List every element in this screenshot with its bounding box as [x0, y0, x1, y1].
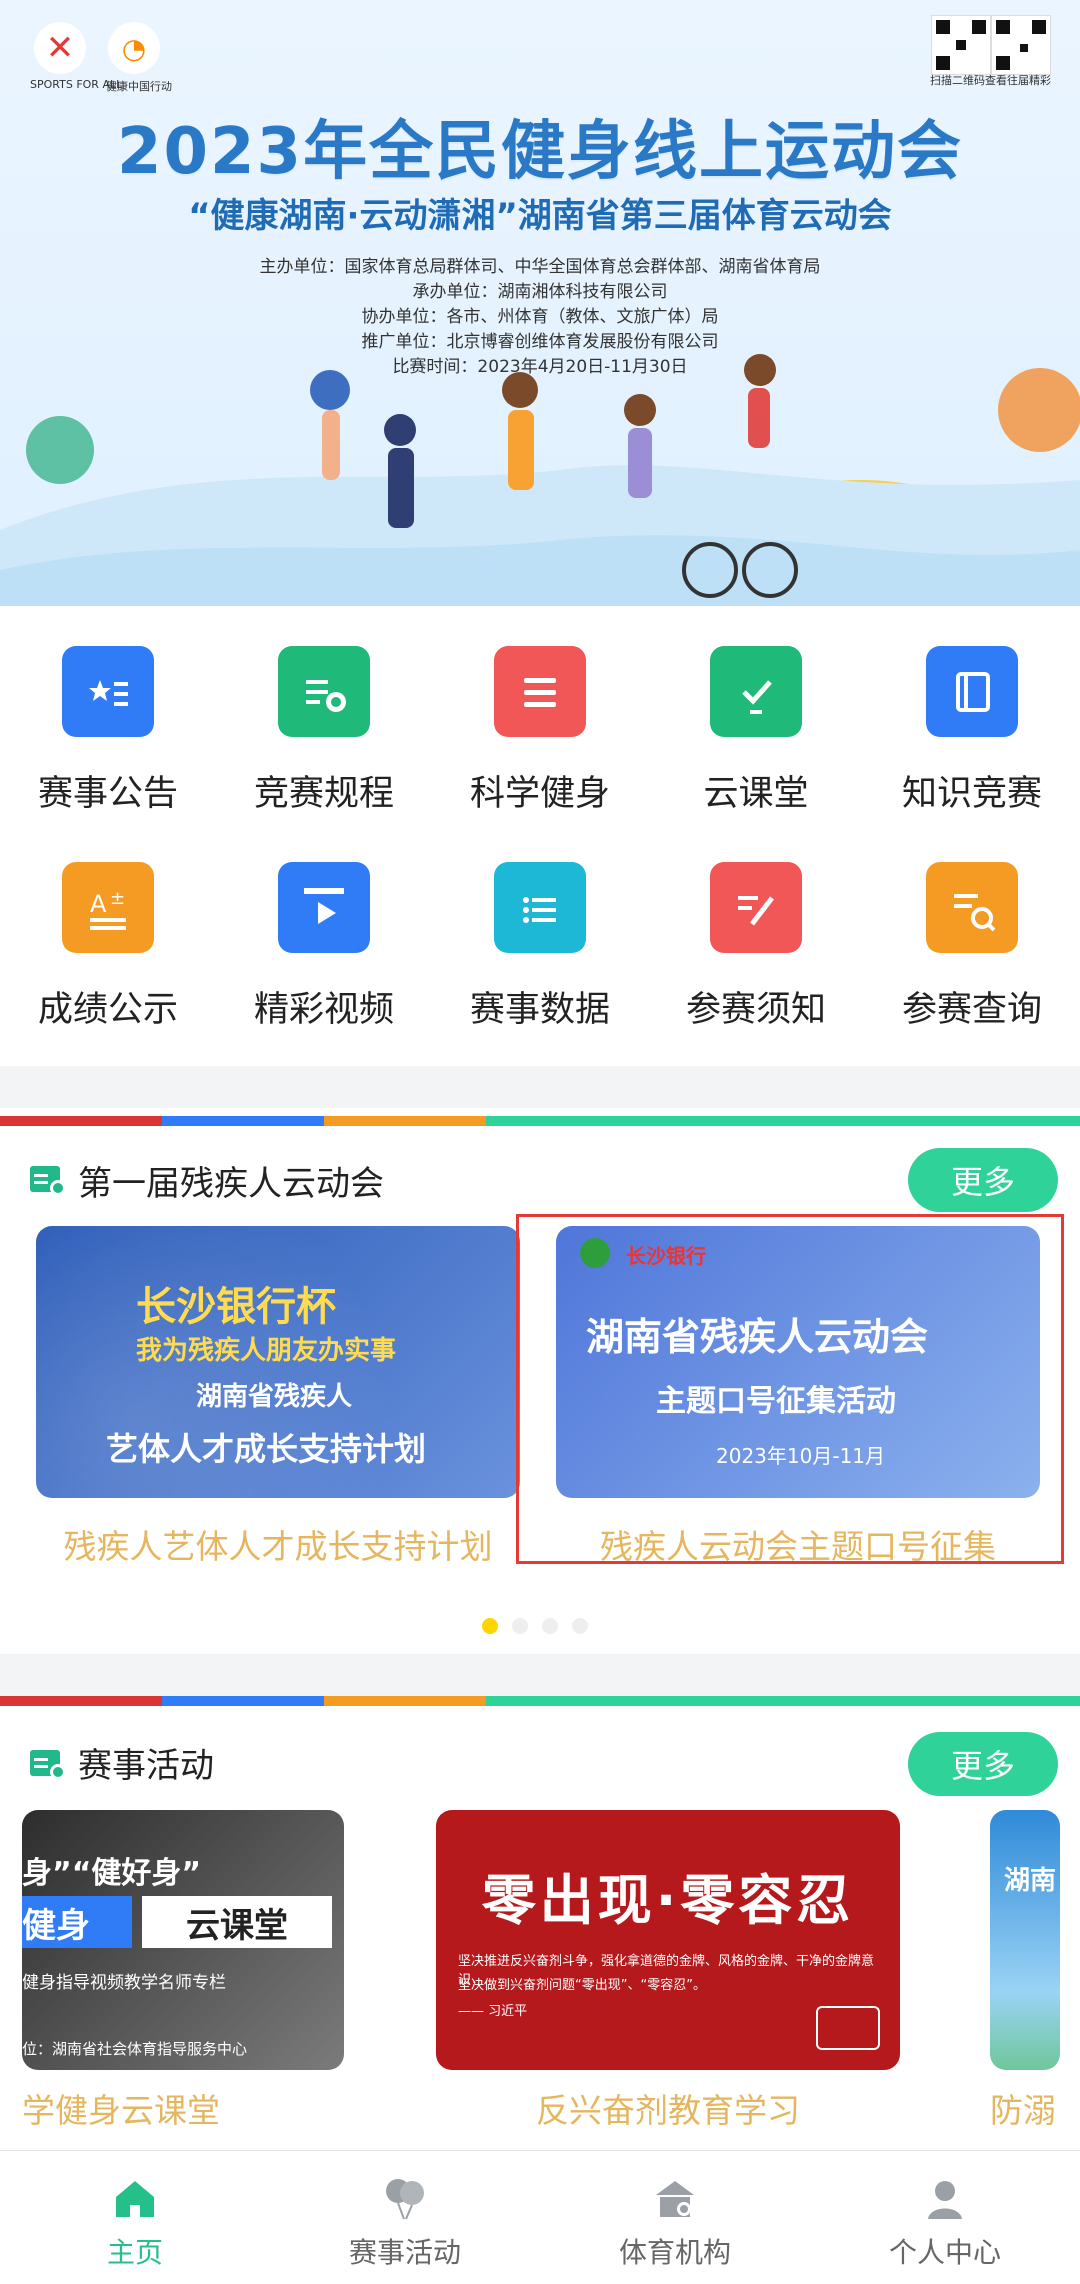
qr-caption: 扫描二维码查看往届精彩 — [930, 74, 1051, 87]
search-document-icon — [926, 862, 1018, 953]
grid-label: 参赛查询 — [901, 990, 1042, 1030]
grid-label: 知识竞赛 — [901, 774, 1042, 814]
sports-for-all-logo: ✕ — [34, 22, 86, 74]
building-icon — [656, 2181, 694, 2217]
carousel-dot[interactable] — [542, 1618, 558, 1634]
grid-item-videos[interactable]: 精彩视频 — [216, 822, 432, 1032]
grid-item-notice[interactable]: 参赛须知 — [648, 822, 864, 1032]
banner-title: 2023年全民健身线上运动会 — [116, 115, 964, 189]
book-star-icon — [62, 646, 154, 737]
organizer-line: 主办单位：国家体育总局群体司、中华全国体育总会群体部、湖南省体育局 — [259, 257, 821, 277]
card-text: 我为残疾人朋友办实事 — [136, 1336, 397, 1366]
carousel-dot-active[interactable] — [482, 1618, 498, 1634]
highlight-box — [516, 1214, 1064, 1564]
card-text: 湖南 — [1004, 1866, 1057, 1896]
card-text: 湖南省残疾人 — [196, 1382, 353, 1412]
folder-document-icon — [278, 646, 370, 737]
feature-grid: 赛事公告 竞赛规程 科学健身 云课堂 知识竞赛 A ± 成绩公示 精彩视频 赛事… — [0, 606, 1080, 1066]
card-text: 健身指导视频教学名师专栏 — [22, 1973, 226, 1993]
logo2-caption: 健康中国行动 — [106, 80, 172, 93]
folder-list-icon — [494, 862, 586, 953]
event-card[interactable]: 身”“健好身” 健身 云课堂 健身指导视频教学名师专栏 位：湖南省社会体育指导服… — [22, 1810, 344, 2070]
section-events: 赛事活动 更多 身”“健好身” 健身 云课堂 健身指导视频教学名师专栏 位：湖南… — [0, 1696, 1080, 2150]
home-icon — [116, 2181, 154, 2217]
carousel-dot[interactable] — [512, 1618, 528, 1634]
grid-label: 参赛须知 — [685, 990, 826, 1030]
card-text: 健身 — [22, 1896, 132, 1948]
video-clapper-icon — [278, 862, 370, 953]
athletes-illustration — [0, 354, 1080, 606]
carousel-dot[interactable] — [572, 1618, 588, 1634]
list-document-icon — [494, 646, 586, 737]
section-title: 第一届残疾人云动会 — [78, 1164, 384, 1204]
book-icon — [926, 646, 1018, 737]
grid-item-rules[interactable]: 竞赛规程 — [216, 606, 432, 816]
grid-label: 赛事公告 — [37, 774, 178, 814]
tab-label: 个人中心 — [888, 2236, 1001, 2269]
grid-item-knowledge-contest[interactable]: 知识竞赛 — [864, 606, 1080, 816]
colorbar-divider — [0, 1696, 1080, 1706]
grid-label: 精彩视频 — [253, 990, 394, 1030]
grid-label: 云课堂 — [703, 774, 809, 814]
grade-icon: A ± — [62, 862, 154, 953]
banner-subtitle: “健康湖南·云动潇湘”湖南省第三届体育云动会 — [188, 196, 892, 236]
grid-item-results[interactable]: A ± 成绩公示 — [0, 822, 216, 1032]
grid-item-query[interactable]: 参赛查询 — [864, 822, 1080, 1032]
emblem-icon — [816, 2006, 880, 2050]
balloons-icon — [386, 2179, 424, 2220]
qr-code-icon — [932, 16, 990, 74]
organizer-line: 承办单位：湖南湘体科技有限公司 — [412, 282, 668, 302]
hero-banner[interactable]: ✕ SPORTS FOR ALL ◔ 健康中国行动 扫描二维码查看往届精彩 20… — [0, 0, 1080, 606]
qr-code-icon — [992, 16, 1050, 74]
healthy-china-logo: ◔ — [108, 22, 160, 74]
tab-home[interactable]: 主页 — [0, 2151, 270, 2284]
card-caption[interactable]: 反兴奋剂教育学习 — [436, 2084, 900, 2132]
card-headline: 零出现·零容忍 — [481, 1869, 855, 1932]
svg-text:±: ± — [110, 888, 125, 909]
colorbar-divider — [0, 1116, 1080, 1126]
folder-icon — [30, 1166, 66, 1196]
tab-label: 赛事活动 — [348, 2236, 461, 2269]
more-button[interactable]: 更多 — [908, 1148, 1058, 1212]
promo-card[interactable]: 长沙银行杯 我为残疾人朋友办实事 湖南省残疾人 艺体人才成长支持计划 — [36, 1226, 520, 1498]
grid-item-science-fitness[interactable]: 科学健身 — [432, 606, 648, 816]
tab-institutions[interactable]: 体育机构 — [540, 2151, 810, 2284]
tab-profile[interactable]: 个人中心 — [810, 2151, 1080, 2284]
card-headline: 长沙银行杯 — [136, 1284, 336, 1330]
section-title: 赛事活动 — [78, 1746, 214, 1786]
grid-label: 科学健身 — [469, 774, 610, 814]
user-icon — [928, 2181, 962, 2219]
folder-icon — [30, 1750, 66, 1780]
card-text: 艺体人才成长支持计划 — [106, 1430, 427, 1468]
grid-item-event-data[interactable]: 赛事数据 — [432, 822, 648, 1032]
organizer-line: 协办单位：各市、州体育（教体、文旅广体）局 — [361, 307, 719, 327]
bottom-tab-bar: 主页 赛事活动 体育机构 个人中心 — [0, 2150, 1080, 2284]
card-text: 位：湖南省社会体育指导服务中心 — [22, 2040, 248, 2058]
grid-label: 赛事数据 — [469, 990, 610, 1030]
tab-label: 体育机构 — [618, 2236, 731, 2269]
card-caption[interactable]: 残疾人艺体人才成长支持计划 — [36, 1520, 520, 1568]
tab-label: 主页 — [106, 2236, 163, 2269]
card-text: 云课堂 — [142, 1896, 332, 1948]
more-button[interactable]: 更多 — [908, 1732, 1058, 1796]
tab-events[interactable]: 赛事活动 — [270, 2151, 540, 2284]
event-card[interactable]: 湖南 — [990, 1810, 1060, 2070]
grid-item-announcement[interactable]: 赛事公告 — [0, 606, 216, 816]
event-card[interactable]: 零出现·零容忍 坚决推进反兴奋剂斗争，强化拿道德的金牌、风格的金牌、干净的金牌意… — [436, 1810, 900, 2070]
card-text: —— 习近平 — [458, 2004, 528, 2019]
card-text: 坚决做到兴奋剂问题“零出现”、“零容忍”。 — [458, 1978, 706, 1993]
card-caption[interactable]: 防溺 — [990, 2084, 1080, 2132]
pen-document-icon — [710, 862, 802, 953]
grid-label: 竞赛规程 — [253, 774, 394, 814]
section-disabled-games: 第一届残疾人云动会 更多 长沙银行杯 我为残疾人朋友办实事 湖南省残疾人 艺体人… — [0, 1108, 1080, 1654]
card-text: 身”“健好身” — [22, 1856, 202, 1891]
card-caption[interactable]: 学健身云课堂 — [22, 2084, 344, 2132]
checked-screen-icon — [710, 646, 802, 737]
grid-item-cloud-class[interactable]: 云课堂 — [648, 606, 864, 816]
grid-label: 成绩公示 — [37, 990, 178, 1030]
svg-text:A: A — [90, 890, 107, 918]
